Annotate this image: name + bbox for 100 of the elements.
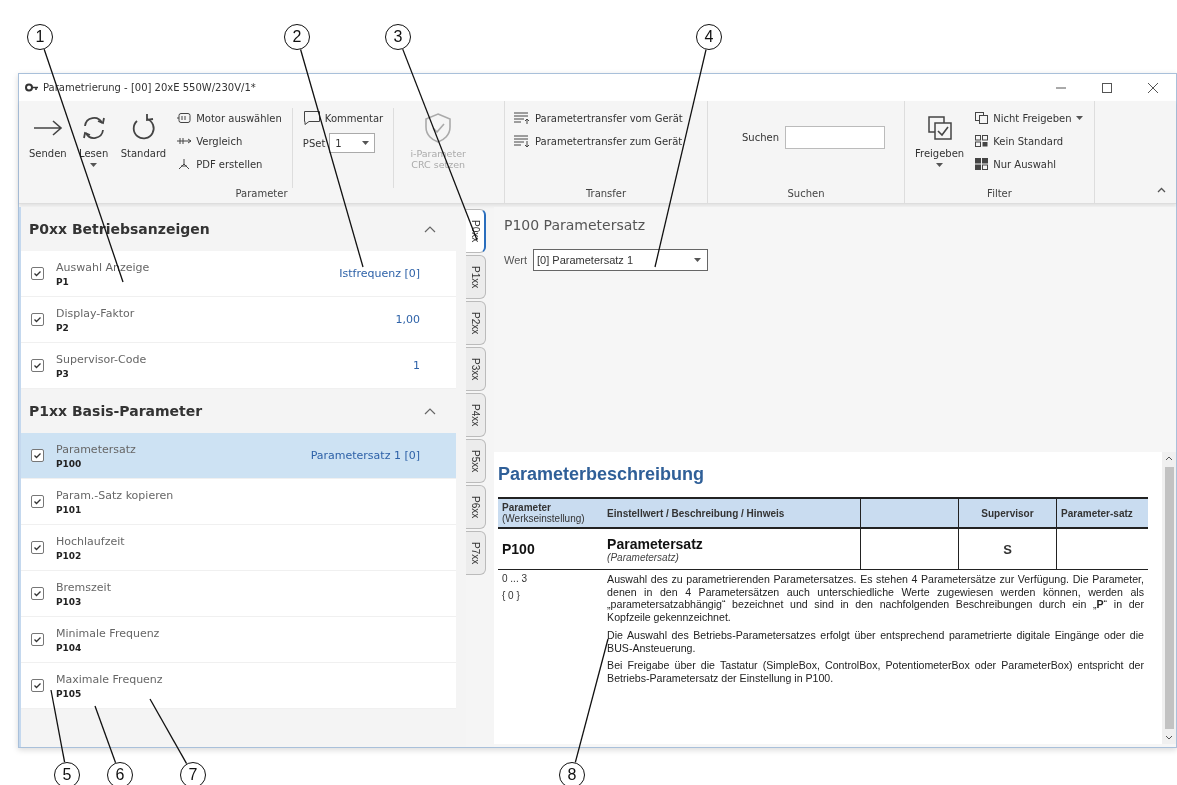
parameter-name: Parametersatz: [56, 442, 137, 456]
ribbon-button[interactable]: Nicht Freigeben: [972, 108, 1085, 128]
compare-icon: [176, 135, 193, 147]
vertical-tab[interactable]: P3xx: [466, 347, 486, 391]
field-label: Wert: [504, 254, 528, 266]
scroll-up-icon[interactable]: [1165, 456, 1173, 461]
parameter-code: P101: [56, 504, 83, 515]
checkbox[interactable]: [31, 313, 44, 326]
dropdown-field[interactable]: 1: [329, 133, 376, 153]
ribbon-button[interactable]: Freigeben: [911, 106, 969, 167]
parameter-code: P104: [56, 642, 83, 653]
parameter-name: Minimale Frequenz: [56, 626, 161, 640]
parameter-code: P1: [56, 276, 70, 287]
vertical-tab[interactable]: P0xx: [466, 209, 486, 253]
group-label: Parameter: [234, 188, 289, 199]
parameter-name: Bremszeit: [56, 580, 112, 594]
parameter-value: 1: [413, 359, 420, 372]
field-label: PSet: [302, 137, 326, 149]
section-title: P1xx Basis-Parameter: [29, 403, 203, 419]
callout-number: 2: [284, 24, 310, 50]
checkbox[interactable]: [31, 587, 44, 600]
dropdown-field[interactable]: [0] Parametersatz 1: [533, 249, 709, 271]
parameter-title: Parametersatz: [607, 535, 704, 552]
parameter-row[interactable]: Supervisor-Code P3 1: [21, 343, 456, 389]
motor-icon: [176, 112, 193, 124]
parameter-row[interactable]: Maximale Frequenz P105: [21, 663, 456, 709]
checkbox[interactable]: [31, 495, 44, 508]
value-range: 0 ... 3: [502, 573, 528, 584]
ribbon-button[interactable]: Vergleich: [174, 131, 284, 151]
parameter-row[interactable]: Display-Faktor P2 1,00: [21, 297, 456, 343]
leader-line: [149, 698, 188, 765]
ribbon-button[interactable]: Kommentar: [300, 108, 386, 128]
checkbox[interactable]: [31, 359, 44, 372]
parameter-name: Display-Faktor: [56, 306, 136, 320]
description-paragraph: Bei Freigabe über die Tastatur (SimpleBox, ControlBox, PotentiometerBox oder ParameterBox) entspricht der Betriebs-Parametersatz der Einstellung in P100.: [607, 659, 1144, 685]
parameter-name: Hochlaufzeit: [56, 534, 126, 548]
vertical-tab[interactable]: P6xx: [466, 485, 486, 529]
checkbox[interactable]: [31, 267, 44, 280]
arrow-icon: [31, 118, 64, 138]
callout-number: 3: [385, 24, 411, 50]
chevron-up-icon[interactable]: [1157, 187, 1166, 193]
ribbon-button[interactable]: Standard: [116, 106, 171, 159]
ribbon-button[interactable]: Kein Standard: [972, 131, 1085, 151]
checkbox[interactable]: [31, 449, 44, 462]
parameter-code: P105: [56, 688, 83, 699]
parameter-code: P3: [56, 368, 70, 379]
parameter-value: 1,00: [395, 313, 420, 326]
shield-icon: [423, 112, 454, 144]
transfer-icon: [513, 111, 531, 125]
callout-number: 8: [559, 762, 585, 785]
group-label: Filter: [986, 188, 1013, 199]
parameter-row[interactable]: Param.-Satz kopieren P101: [21, 479, 456, 525]
group-label: Transfer: [584, 188, 628, 199]
parameter-alias: (Parametersatz): [607, 551, 680, 563]
ribbon-button[interactable]: Motor auswählen: [174, 108, 284, 128]
description-heading: Parameterbeschreibung: [498, 464, 706, 485]
vertical-tab[interactable]: P4xx: [466, 393, 486, 437]
parameter-row[interactable]: Hochlaufzeit P102: [21, 525, 456, 571]
parameter-row[interactable]: Minimale Frequenz P104: [21, 617, 456, 663]
ribbon-button[interactable]: Senden: [25, 106, 71, 159]
callout-number: 1: [27, 24, 53, 50]
checkbox[interactable]: [31, 679, 44, 692]
search-field[interactable]: [785, 126, 885, 149]
vertical-tab[interactable]: P5xx: [466, 439, 486, 483]
column-header: Parameter (Werkseinstellung): [498, 498, 604, 528]
ribbon-button[interactable]: Lesen: [74, 106, 113, 167]
callout-number: 7: [180, 762, 206, 785]
parameter-value: Istfrequenz [0]: [339, 267, 420, 280]
scrollbar[interactable]: [1162, 452, 1176, 744]
vertical-tab[interactable]: P7xx: [466, 531, 486, 575]
scroll-down-icon[interactable]: [1165, 735, 1173, 740]
parameter-name: Param.-Satz kopieren: [56, 488, 175, 502]
parameter-name: Supervisor-Code: [56, 352, 148, 366]
parameter-row[interactable]: Parametersatz P100 Parametersatz 1 [0]: [21, 433, 456, 479]
grid-icon: [974, 157, 990, 171]
parameter-code: P103: [56, 596, 83, 607]
ribbon-button[interactable]: Nur Auswahl: [972, 154, 1085, 174]
chevron-up-icon[interactable]: [424, 407, 436, 415]
vertical-tab[interactable]: P2xx: [466, 301, 486, 345]
ribbon-button[interactable]: PDF erstellen: [174, 154, 284, 174]
ribbon-button[interactable]: Parametertransfer vom Gerät: [511, 108, 685, 128]
parameter-row[interactable]: Bremszeit P103: [21, 571, 456, 617]
caret-icon: [694, 258, 702, 262]
checkbox[interactable]: [31, 633, 44, 646]
group-label: Suchen: [786, 188, 826, 199]
default-value: { 0 }: [502, 590, 521, 601]
description-paragraph: Auswahl des zu parametrierenden Parametersatzes. Es stehen 4 Parametersätze zur Verfügung. Die Parameter, denen in den 4 Parametersätzen auch unterschiedliche Werte zugewiesen werden können, werden als „parametersatzabhängig“ bezeichnet und sind in den nachfolgenden Beschreibungen durch ein „P“ in der Kopfzeile gekennzeichnet.: [607, 573, 1144, 624]
table-cell: P100: [502, 541, 535, 557]
vertical-tab[interactable]: P1xx: [466, 255, 486, 299]
caret-icon: [362, 141, 370, 145]
checkbox[interactable]: [31, 541, 44, 554]
column-header: Supervisor: [958, 498, 1057, 528]
ribbon-button[interactable]: Parametertransfer zum Gerät: [511, 131, 685, 151]
table-cell: S: [1003, 541, 1012, 557]
chevron-up-icon[interactable]: [424, 225, 436, 233]
detail-title: P100 Parametersatz: [504, 217, 647, 233]
parameter-code: P2: [56, 322, 70, 333]
copy-icon: [974, 111, 990, 125]
comment-icon: [302, 110, 321, 126]
checked-pages-icon: [926, 115, 953, 141]
